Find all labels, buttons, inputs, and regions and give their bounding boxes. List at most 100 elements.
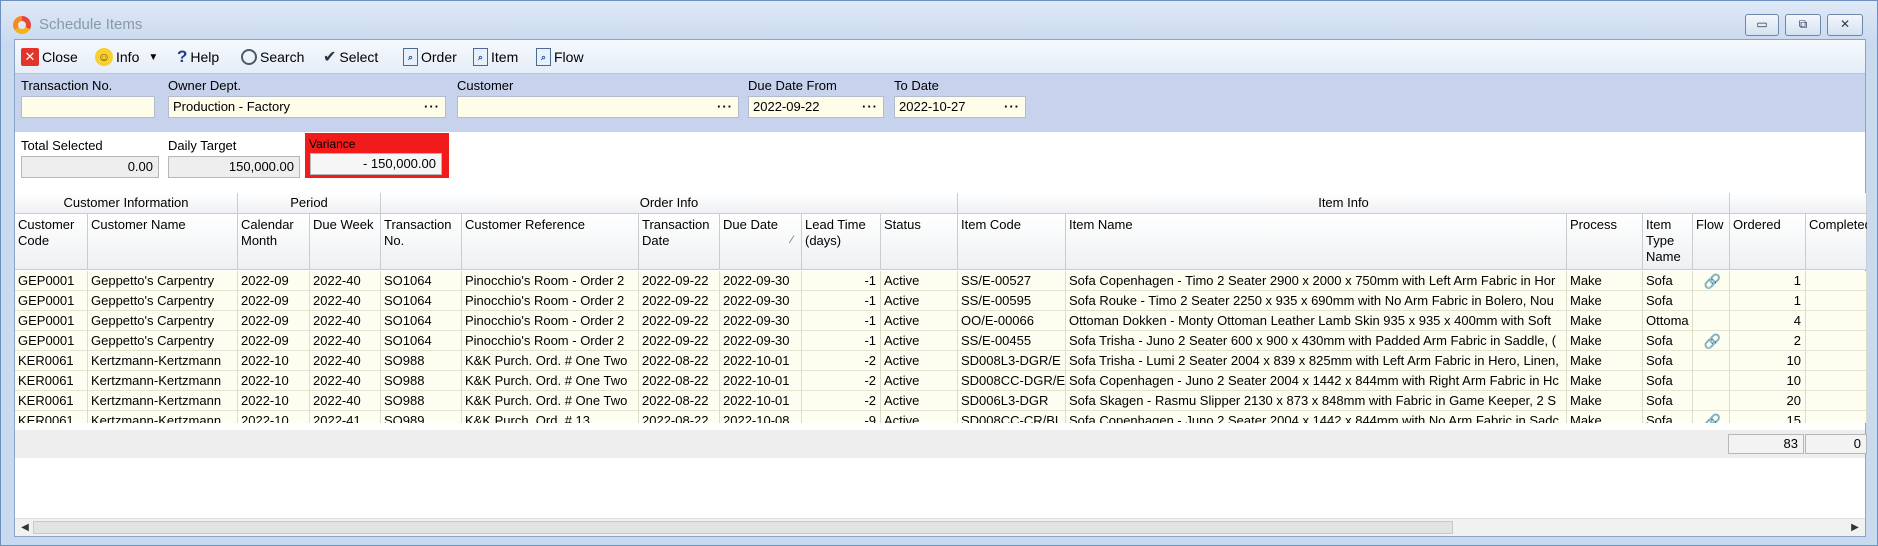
- cell-ddate[interactable]: 2022-10-01: [720, 351, 802, 371]
- cell-ref[interactable]: K&K Purch. Ord. # 13: [462, 411, 639, 423]
- cell-itype[interactable]: Sofa: [1643, 291, 1693, 311]
- cell-icode[interactable]: SD008CC-CR/BL: [958, 411, 1066, 423]
- cell-itype[interactable]: Sofa: [1643, 271, 1693, 291]
- chevron-down-icon[interactable]: ▼: [148, 52, 158, 63]
- chain-link-icon[interactable]: 🔗: [1704, 333, 1721, 349]
- cell-code[interactable]: KER0061: [15, 391, 88, 411]
- col-header-item-code[interactable]: Item Code: [958, 214, 1066, 270]
- cell-month[interactable]: 2022-09: [238, 271, 310, 291]
- table-row[interactable]: KER0061 Kertzmann-Kertzmann 2022-10 2022-40…: [15, 371, 1867, 391]
- cell-code[interactable]: GEP0001: [15, 291, 88, 311]
- cell-flow[interactable]: [1693, 291, 1730, 311]
- table-row[interactable]: GEP0001 Geppetto's Carpentry 2022-09 2022-4…: [15, 311, 1867, 331]
- table-row[interactable]: GEP0001 Geppetto's Carpentry 2022-09 2022-4…: [15, 291, 1867, 311]
- chain-link-icon[interactable]: 🔗: [1704, 273, 1721, 289]
- cell-week[interactable]: 2022-40: [310, 271, 381, 291]
- cell-name[interactable]: Geppetto's Carpentry: [88, 271, 238, 291]
- cell-tdate[interactable]: 2022-08-22: [639, 351, 720, 371]
- transaction-no-input[interactable]: [21, 96, 155, 118]
- table-row[interactable]: KER0061 Kertzmann-Kertzmann 2022-10 2022-40…: [15, 391, 1867, 411]
- restore-button[interactable]: ⧉: [1785, 14, 1821, 36]
- cell-iname[interactable]: Sofa Rouke - Timo 2 Seater 2250 x 935 x …: [1066, 291, 1567, 311]
- ellipsis-picker-icon[interactable]: ···: [424, 97, 440, 117]
- cell-ddate[interactable]: 2022-09-30: [720, 271, 802, 291]
- cell-week[interactable]: 2022-41: [310, 411, 381, 423]
- cell-txn[interactable]: SO1064: [381, 291, 462, 311]
- cell-flow[interactable]: 🔗: [1693, 411, 1730, 423]
- cell-month[interactable]: 2022-10: [238, 411, 310, 423]
- col-header-status[interactable]: Status: [881, 214, 958, 270]
- close-window-button[interactable]: ✕: [1827, 14, 1863, 36]
- cell-name[interactable]: Geppetto's Carpentry: [88, 291, 238, 311]
- cell-status[interactable]: Active: [881, 391, 958, 411]
- cell-tdate[interactable]: 2022-09-22: [639, 331, 720, 351]
- cell-status[interactable]: Active: [881, 311, 958, 331]
- col-header-transaction-date[interactable]: Transaction Date: [639, 214, 720, 270]
- cell-tdate[interactable]: 2022-09-22: [639, 271, 720, 291]
- cell-name[interactable]: Kertzmann-Kertzmann: [88, 411, 238, 423]
- close-button[interactable]: ✕ Close: [21, 46, 78, 68]
- cell-code[interactable]: KER0061: [15, 351, 88, 371]
- cell-tdate[interactable]: 2022-08-22: [639, 391, 720, 411]
- cell-ref[interactable]: K&K Purch. Ord. # One Two: [462, 391, 639, 411]
- cell-completed[interactable]: [1806, 371, 1867, 391]
- cell-code[interactable]: GEP0001: [15, 311, 88, 331]
- cell-flow[interactable]: 🔗: [1693, 271, 1730, 291]
- cell-ordered[interactable]: 10: [1730, 371, 1806, 391]
- cell-txn[interactable]: SO1064: [381, 271, 462, 291]
- cell-status[interactable]: Active: [881, 371, 958, 391]
- cell-week[interactable]: 2022-40: [310, 331, 381, 351]
- cell-status[interactable]: Active: [881, 351, 958, 371]
- info-button[interactable]: ☺ Info ▼: [95, 46, 158, 68]
- cell-code[interactable]: KER0061: [15, 371, 88, 391]
- cell-itype[interactable]: Sofa: [1643, 391, 1693, 411]
- cell-process[interactable]: Make: [1567, 311, 1643, 331]
- cell-status[interactable]: Active: [881, 291, 958, 311]
- cell-flow[interactable]: [1693, 371, 1730, 391]
- col-header-customer-reference[interactable]: Customer Reference: [462, 214, 639, 270]
- cell-week[interactable]: 2022-40: [310, 371, 381, 391]
- cell-ordered[interactable]: 4: [1730, 311, 1806, 331]
- select-button[interactable]: ✔ Select: [323, 46, 378, 68]
- cell-ref[interactable]: Pinocchio's Room - Order 2: [462, 311, 639, 331]
- cell-month[interactable]: 2022-10: [238, 351, 310, 371]
- cell-ref[interactable]: K&K Purch. Ord. # One Two: [462, 371, 639, 391]
- col-header-customer-code[interactable]: Customer Code: [15, 214, 88, 270]
- cell-flow[interactable]: [1693, 391, 1730, 411]
- cell-week[interactable]: 2022-40: [310, 311, 381, 331]
- cell-iname[interactable]: Sofa Copenhagen - Juno 2 Seater 2004 x 1…: [1066, 411, 1567, 423]
- cell-txn[interactable]: SO988: [381, 351, 462, 371]
- cell-name[interactable]: Kertzmann-Kertzmann: [88, 391, 238, 411]
- cell-ref[interactable]: Pinocchio's Room - Order 2: [462, 291, 639, 311]
- chain-link-icon[interactable]: 🔗: [1704, 413, 1721, 423]
- cell-itype[interactable]: Sofa: [1643, 351, 1693, 371]
- due-date-from-field[interactable]: 2022-09-22 ···: [748, 96, 884, 118]
- cell-week[interactable]: 2022-40: [310, 391, 381, 411]
- cell-lead[interactable]: -2: [802, 371, 881, 391]
- ellipsis-picker-icon[interactable]: ···: [862, 97, 878, 117]
- cell-lead[interactable]: -2: [802, 391, 881, 411]
- cell-tdate[interactable]: 2022-09-22: [639, 311, 720, 331]
- cell-status[interactable]: Active: [881, 411, 958, 423]
- cell-iname[interactable]: Ottoman Dokken - Monty Ottoman Leather L…: [1066, 311, 1567, 331]
- cell-iname[interactable]: Sofa Trisha - Juno 2 Seater 600 x 900 x …: [1066, 331, 1567, 351]
- cell-iname[interactable]: Sofa Copenhagen - Juno 2 Seater 2004 x 1…: [1066, 371, 1567, 391]
- cell-icode[interactable]: OO/E-00066: [958, 311, 1066, 331]
- cell-iname[interactable]: Sofa Skagen - Rasmu Slipper 2130 x 873 x…: [1066, 391, 1567, 411]
- col-header-lead-time[interactable]: Lead Time (days): [802, 214, 881, 270]
- cell-month[interactable]: 2022-09: [238, 311, 310, 331]
- cell-lead[interactable]: -1: [802, 291, 881, 311]
- cell-ordered[interactable]: 15: [1730, 411, 1806, 423]
- cell-name[interactable]: Geppetto's Carpentry: [88, 311, 238, 331]
- help-button[interactable]: ? Help: [177, 46, 219, 68]
- cell-icode[interactable]: SS/E-00527: [958, 271, 1066, 291]
- cell-ordered[interactable]: 1: [1730, 271, 1806, 291]
- cell-process[interactable]: Make: [1567, 391, 1643, 411]
- customer-field[interactable]: ···: [457, 96, 739, 118]
- cell-tdate[interactable]: 2022-08-22: [639, 411, 720, 423]
- cell-month[interactable]: 2022-09: [238, 331, 310, 351]
- cell-completed[interactable]: [1806, 391, 1867, 411]
- cell-txn[interactable]: SO1064: [381, 311, 462, 331]
- col-header-due-week[interactable]: Due Week: [310, 214, 381, 270]
- cell-lead[interactable]: -2: [802, 351, 881, 371]
